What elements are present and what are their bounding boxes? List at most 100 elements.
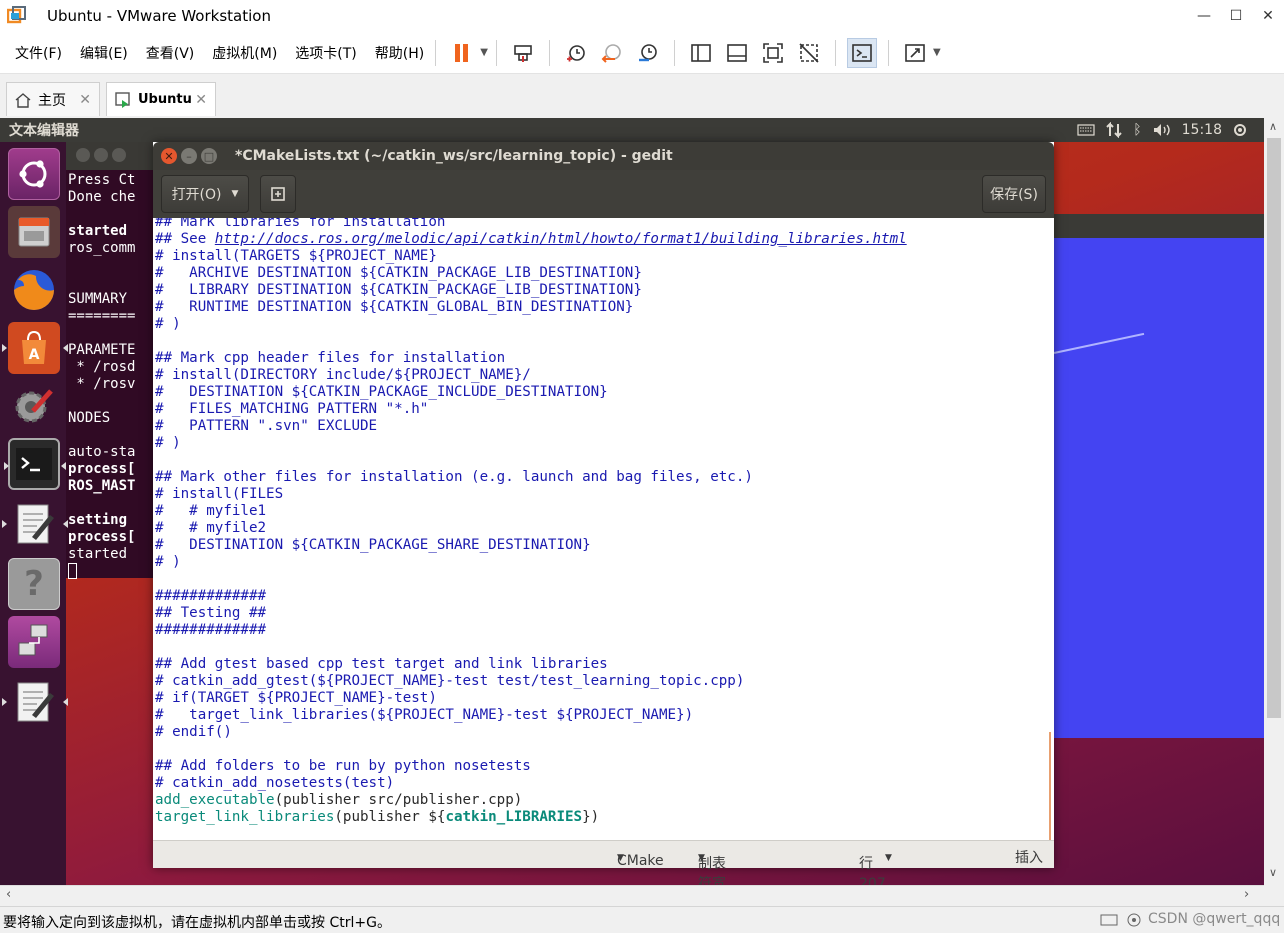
power-gear-icon[interactable]	[1232, 122, 1248, 138]
close-icon[interactable]: ✕	[195, 92, 207, 108]
gedit-close-icon[interactable]: ✕	[161, 148, 177, 164]
launcher-terminal[interactable]	[4, 438, 66, 490]
tab-home[interactable]: 主页 ✕	[6, 82, 100, 116]
terminal-line: ROS_MAST	[68, 478, 136, 494]
network-adapter-icon[interactable]	[1100, 913, 1118, 927]
snapshot-clock-icon	[566, 44, 585, 61]
terminal-line: * /rosd	[68, 359, 136, 375]
terminal-line: Done che	[68, 189, 136, 205]
vm-display[interactable]: Press Ct Done che started ros_comm SUMMA…	[0, 118, 1264, 885]
menu-file[interactable]: 文件(F)	[15, 43, 62, 63]
toolbar-separator	[548, 39, 550, 66]
text-editor-icon	[17, 682, 54, 722]
launcher-text-editor[interactable]	[2, 498, 68, 550]
chevron-down-icon[interactable]: ∨	[1269, 866, 1277, 879]
background-window[interactable]	[1053, 214, 1264, 738]
launcher-files[interactable]	[8, 206, 60, 258]
gedit-titlebar[interactable]: ✕ – □ *CMakeLists.txt (~/catkin_ws/src/l…	[153, 142, 1054, 170]
launcher-dash[interactable]	[8, 148, 60, 200]
clock[interactable]: 15:18	[1182, 122, 1222, 138]
chevron-down-icon[interactable]: ▼	[933, 47, 941, 58]
scrollbar-thumb[interactable]	[1267, 138, 1281, 718]
terminal-minimize-icon[interactable]	[94, 148, 108, 162]
chevron-up-icon[interactable]: ∧	[1269, 120, 1277, 133]
toolbar-separator	[673, 39, 675, 66]
horizontal-scrollbar[interactable]: ‹ ›	[0, 885, 1264, 906]
code-line: # endif()	[155, 724, 232, 740]
open-button-label: 打开(O)	[171, 187, 222, 203]
firefox-icon	[14, 270, 54, 310]
revert-snapshot-button[interactable]	[597, 38, 627, 68]
snapshot-manager-button[interactable]	[633, 38, 663, 68]
active-app-name: 文本编辑器	[9, 123, 79, 139]
code-line: # LIBRARY DESTINATION ${CATKIN_PACKAGE_L…	[155, 282, 642, 298]
tab-bar: 主页 ✕ Ubuntu ✕	[0, 75, 1284, 117]
open-button[interactable]: 打开(O) ▼	[161, 175, 249, 213]
tab-ubuntu-label: Ubuntu	[138, 92, 192, 107]
code-line: # catkin_add_gtest(${PROJECT_NAME}-test …	[155, 673, 745, 689]
launcher-help[interactable]: ?	[8, 558, 60, 610]
terminal-line: started	[68, 546, 128, 562]
code-line: ## Mark cpp header files for installatio…	[155, 350, 506, 366]
window-titlebar[interactable]: Ubuntu - VMware Workstation — ☐ ✕	[0, 0, 1284, 32]
terminal-line: SUMMARY	[68, 291, 128, 307]
chevron-down-icon[interactable]: ▼	[480, 47, 488, 58]
close-button[interactable]: ✕	[1252, 0, 1284, 32]
bluetooth-icon[interactable]: ᛒ	[1133, 122, 1141, 138]
settings-icon	[15, 389, 53, 423]
chevron-down-icon: ▼	[885, 853, 892, 863]
terminal-icon	[16, 448, 52, 480]
pause-icon	[455, 43, 469, 62]
maximize-button[interactable]: ☐	[1220, 0, 1252, 32]
doc-link[interactable]: http://docs.ros.org/melodic/api/catkin/h…	[215, 231, 907, 247]
launcher-settings[interactable]	[8, 380, 60, 432]
terminal-close-icon[interactable]	[76, 148, 90, 162]
launcher-firefox[interactable]	[8, 264, 60, 316]
gedit-minimize-icon[interactable]: –	[181, 148, 197, 164]
chevron-down-icon: ▼	[231, 189, 239, 199]
send-keys-button[interactable]	[508, 38, 538, 68]
stretch-view-button[interactable]	[900, 38, 930, 68]
launcher-network[interactable]	[8, 616, 60, 668]
volume-icon[interactable]	[1152, 122, 1172, 138]
gedit-headerbar: 打开(O) ▼ 保存(S)	[153, 170, 1054, 218]
text-editor-area[interactable]: ## Mark libraries for installation ## Se…	[153, 218, 1054, 840]
tab-ubuntu[interactable]: Ubuntu ✕	[106, 82, 216, 116]
chevron-left-icon[interactable]: ‹	[6, 887, 11, 902]
menu-view[interactable]: 查看(V)	[146, 43, 195, 63]
save-button[interactable]: 保存(S)	[982, 175, 1046, 213]
terminal-line: * /rosv	[68, 376, 136, 392]
gedit-window[interactable]: ✕ – □ *CMakeLists.txt (~/catkin_ws/src/l…	[153, 142, 1054, 885]
code-line: # DESTINATION ${CATKIN_PACKAGE_INCLUDE_D…	[155, 384, 608, 400]
thumbnail-view-button[interactable]	[722, 38, 752, 68]
unity-mode-button[interactable]	[794, 38, 824, 68]
network-arrows-icon[interactable]	[1105, 122, 1123, 138]
close-icon[interactable]: ✕	[79, 92, 91, 108]
minimize-button[interactable]: —	[1188, 0, 1220, 32]
menu-tabs[interactable]: 选项卡(T)	[295, 43, 356, 63]
launcher-text-editor-2[interactable]	[2, 676, 68, 728]
console-view-button[interactable]	[846, 37, 877, 68]
fullscreen-button[interactable]	[758, 38, 788, 68]
menu-edit[interactable]: 编辑(E)	[80, 43, 128, 63]
chevron-right-icon[interactable]: ›	[1244, 887, 1249, 902]
terminal-maximize-icon[interactable]	[112, 148, 126, 162]
gedit-statusbar: CMake ▼ 制表符宽度：8 ▼ 行 207，列 29 ▼ 插入	[153, 840, 1054, 885]
new-document-button[interactable]	[260, 175, 296, 213]
watermark: CSDN @qwert_qqq	[1148, 911, 1281, 927]
new-tab-icon	[271, 187, 285, 201]
launcher-software[interactable]: A	[2, 322, 68, 374]
keyboard-icon[interactable]	[1077, 123, 1095, 137]
menu-help[interactable]: 帮助(H)	[375, 43, 424, 63]
sidebar-view-button[interactable]	[686, 38, 716, 68]
toolbar-separator	[435, 39, 437, 66]
toolbar-separator	[495, 39, 497, 66]
svg-text:A: A	[29, 347, 40, 363]
gedit-maximize-icon[interactable]: □	[201, 148, 217, 164]
vm-play-icon	[115, 91, 130, 108]
cd-drive-icon[interactable]	[1126, 912, 1142, 928]
pause-button[interactable]	[447, 38, 477, 68]
menu-vm[interactable]: 虚拟机(M)	[212, 43, 277, 63]
snapshot-button[interactable]	[561, 38, 591, 68]
vertical-scrollbar[interactable]: ∧ ∨	[1264, 118, 1284, 885]
